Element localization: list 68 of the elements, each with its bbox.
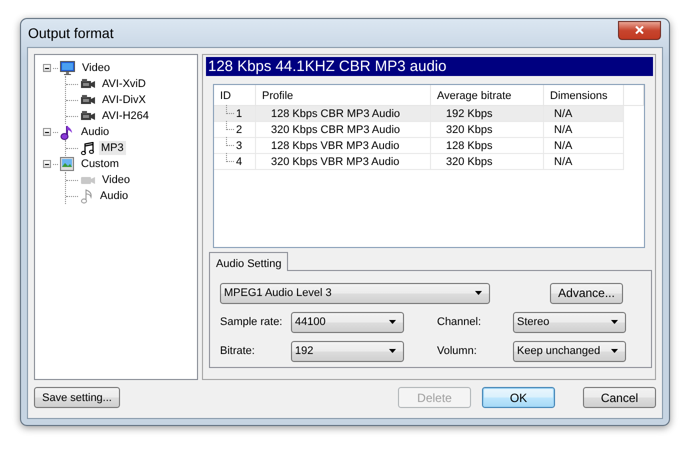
tree-item[interactable]: Audio	[79, 125, 112, 139]
tree-item[interactable]: Video	[100, 173, 132, 187]
collapse-toggle[interactable]	[43, 128, 51, 136]
collapse-toggle[interactable]	[43, 64, 51, 72]
table-cell: 320 Kbps	[446, 156, 492, 168]
table-cell: 320 Kbps CBR MP3 Audio	[271, 124, 400, 136]
tree-item[interactable]: AVI-H264	[100, 109, 151, 123]
collapse-toggle[interactable]	[43, 160, 51, 168]
field-label: Sample rate:	[220, 316, 284, 328]
column-header[interactable]: Average bitrate	[431, 85, 544, 105]
table-cell: N/A	[554, 140, 572, 152]
dropdown-arrow-icon	[389, 320, 396, 324]
tree-item[interactable]: MP3	[99, 141, 126, 155]
table-cell: 2	[236, 124, 242, 136]
table-cell: 128 Kbps CBR MP3 Audio	[271, 108, 400, 120]
list-row[interactable]: 1 128 Kbps CBR MP3 Audio 192 Kbps N/A	[214, 106, 624, 122]
dropdown-arrow-icon	[611, 349, 618, 353]
picture-icon	[60, 157, 74, 171]
music-note-icon	[81, 142, 94, 154]
codec-dropdown[interactable]: MPEG1 Audio Level 3	[220, 282, 490, 304]
dropdown-arrow-icon	[475, 291, 482, 295]
table-cell: N/A	[554, 124, 572, 136]
table-cell: 320 Kbps VBR MP3 Audio	[271, 156, 400, 168]
table-cell: 128 Kbps VBR MP3 Audio	[271, 140, 400, 152]
dropdown[interactable]: Keep unchanged	[513, 340, 626, 362]
preset-header: 128 Kbps 44.1KHZ CBR MP3 audio	[206, 57, 653, 76]
dropdown[interactable]: 192	[291, 340, 404, 362]
table-cell: 320 Kbps	[446, 124, 492, 136]
tree-item[interactable]: Video	[80, 61, 112, 75]
table-cell: N/A	[554, 156, 572, 168]
camera-icon	[81, 79, 95, 89]
column-header[interactable]: ID	[214, 85, 256, 105]
camera-icon	[81, 175, 95, 185]
dropdown[interactable]: 44100	[291, 312, 404, 332]
table-cell: 4	[236, 156, 242, 168]
tree-item[interactable]: Audio	[98, 189, 130, 203]
dropdown[interactable]: Stereo	[513, 312, 626, 332]
tree-item[interactable]: AVI-XviD	[100, 77, 148, 91]
window-title: Output format	[28, 25, 114, 41]
list-row[interactable]: 2 320 Kbps CBR MP3 Audio 320 Kbps N/A	[214, 122, 624, 138]
table-cell: 1	[236, 108, 242, 120]
list-row[interactable]: 4 320 Kbps VBR MP3 Audio 320 Kbps N/A	[214, 154, 624, 170]
table-cell: 192 Kbps	[446, 108, 492, 120]
column-header[interactable]: Dimensions	[544, 85, 624, 105]
close-icon	[635, 26, 644, 34]
music-note-icon	[81, 188, 93, 204]
dropdown-arrow-icon	[611, 320, 618, 324]
field-label: Volumn:	[437, 345, 478, 357]
tree-item[interactable]: Custom	[79, 157, 121, 171]
dialog-button[interactable]: Cancel	[583, 387, 656, 408]
list-row[interactable]: 3 128 Kbps VBR MP3 Audio 128 Kbps N/A	[214, 138, 624, 154]
table-cell: N/A	[554, 108, 572, 120]
table-cell: 128 Kbps	[446, 140, 492, 152]
camera-icon	[81, 95, 95, 105]
advance-button[interactable]: Advance...	[550, 282, 623, 304]
tab[interactable]: Audio Setting	[209, 252, 288, 271]
dialog-button[interactable]: OK	[482, 387, 555, 408]
tree-item[interactable]: AVI-DivX	[100, 93, 148, 107]
monitor-icon	[60, 61, 75, 75]
dialog-button[interactable]: Save setting...	[34, 387, 120, 408]
field-label: Channel:	[437, 316, 482, 328]
close-button[interactable]	[618, 20, 661, 40]
column-header[interactable]: Profile	[256, 85, 431, 105]
camera-icon	[81, 111, 95, 121]
field-label: Bitrate:	[220, 345, 256, 357]
music-note-icon	[60, 124, 74, 140]
dropdown-arrow-icon	[389, 349, 396, 353]
table-cell: 3	[236, 140, 242, 152]
